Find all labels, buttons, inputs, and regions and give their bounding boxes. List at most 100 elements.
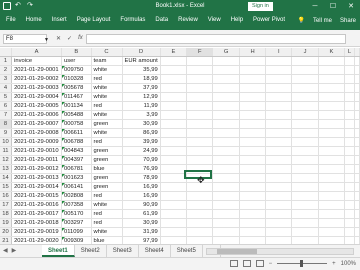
- cell[interactable]: 78,99: [122, 173, 161, 183]
- cell[interactable]: [354, 236, 360, 244]
- cell[interactable]: 009309: [61, 236, 92, 244]
- cell[interactable]: 009750: [61, 65, 92, 75]
- cell[interactable]: [265, 119, 293, 129]
- cell[interactable]: [212, 209, 240, 219]
- cell[interactable]: 004843: [61, 146, 92, 156]
- cell[interactable]: [239, 227, 267, 237]
- cell[interactable]: [291, 191, 319, 201]
- cell[interactable]: [291, 182, 319, 192]
- cell[interactable]: [291, 209, 319, 219]
- sheet-tab-sheet2[interactable]: Sheet2: [75, 245, 107, 257]
- cell[interactable]: [291, 119, 319, 129]
- row-header[interactable]: 6: [0, 101, 13, 111]
- cell[interactable]: 002808: [61, 191, 92, 201]
- cell[interactable]: [344, 155, 355, 165]
- cell[interactable]: [291, 83, 319, 93]
- sign-in-button[interactable]: Sign in: [248, 2, 273, 11]
- column-header-f[interactable]: F: [186, 48, 214, 57]
- cell[interactable]: [265, 227, 293, 237]
- row-header[interactable]: 1: [0, 56, 13, 66]
- cell[interactable]: green: [91, 146, 123, 156]
- row-header[interactable]: 17: [0, 200, 13, 210]
- cell[interactable]: [344, 146, 355, 156]
- next-sheet-icon[interactable]: ▶: [12, 247, 17, 254]
- cell[interactable]: 006141: [61, 182, 92, 192]
- cell[interactable]: [212, 74, 240, 84]
- cell[interactable]: [354, 164, 360, 174]
- cell[interactable]: user: [61, 56, 92, 66]
- ribbon-tab-insert[interactable]: Insert: [52, 17, 67, 23]
- cell[interactable]: [186, 146, 214, 156]
- cell[interactable]: [344, 101, 355, 111]
- cell[interactable]: [344, 128, 355, 138]
- cell[interactable]: 35,99: [122, 65, 161, 75]
- row-header[interactable]: 4: [0, 83, 13, 93]
- cell[interactable]: 70,99: [122, 155, 161, 165]
- cell[interactable]: [265, 101, 293, 111]
- cell[interactable]: [160, 218, 188, 228]
- name-box[interactable]: F8 ▼: [3, 34, 49, 44]
- cell[interactable]: [344, 236, 355, 244]
- cell[interactable]: 3,99: [122, 110, 161, 120]
- cell[interactable]: [318, 137, 346, 147]
- row-header[interactable]: 16: [0, 191, 13, 201]
- cell[interactable]: [265, 191, 293, 201]
- cell[interactable]: [344, 119, 355, 129]
- column-header-i[interactable]: I: [265, 48, 293, 57]
- cell[interactable]: green: [91, 182, 123, 192]
- cell[interactable]: [186, 218, 214, 228]
- cell[interactable]: [186, 119, 214, 129]
- page-layout-view-icon[interactable]: [242, 260, 251, 267]
- minimize-button[interactable]: ─: [306, 0, 324, 13]
- cell[interactable]: [239, 65, 267, 75]
- cell[interactable]: [291, 137, 319, 147]
- cell[interactable]: [186, 83, 214, 93]
- cell[interactable]: 37,99: [122, 83, 161, 93]
- cell[interactable]: [354, 92, 360, 102]
- cell[interactable]: [318, 119, 346, 129]
- cell[interactable]: [212, 173, 240, 183]
- cell[interactable]: [318, 236, 346, 244]
- cell[interactable]: [212, 65, 240, 75]
- cancel-icon[interactable]: ✕: [56, 35, 61, 42]
- cell[interactable]: [212, 110, 240, 120]
- cell[interactable]: [291, 110, 319, 120]
- cell[interactable]: [160, 83, 188, 93]
- cell[interactable]: [291, 236, 319, 244]
- cell[interactable]: [160, 146, 188, 156]
- cell[interactable]: 16,99: [122, 191, 161, 201]
- cell[interactable]: [160, 191, 188, 201]
- row-header[interactable]: 14: [0, 173, 13, 183]
- cell[interactable]: [239, 209, 267, 219]
- row-header[interactable]: 8: [0, 119, 13, 129]
- cell[interactable]: 86,99: [122, 128, 161, 138]
- cell[interactable]: red: [91, 218, 123, 228]
- zoom-slider[interactable]: [277, 260, 328, 267]
- cell[interactable]: white: [91, 110, 123, 120]
- cell[interactable]: 000758: [61, 119, 92, 129]
- cell[interactable]: [318, 200, 346, 210]
- cell[interactable]: [239, 137, 267, 147]
- zoom-in-button[interactable]: +: [332, 261, 336, 267]
- cell[interactable]: [265, 200, 293, 210]
- cell[interactable]: [212, 155, 240, 165]
- sheet-tab-sheet3[interactable]: Sheet3: [107, 245, 139, 257]
- cell[interactable]: [354, 155, 360, 165]
- cell[interactable]: [291, 218, 319, 228]
- cell[interactable]: [344, 56, 355, 66]
- cell[interactable]: 2021-01-29-0001: [11, 65, 63, 75]
- cell[interactable]: red: [91, 101, 123, 111]
- column-header-d[interactable]: D: [122, 48, 161, 57]
- cell[interactable]: [265, 65, 293, 75]
- cell[interactable]: [160, 164, 188, 174]
- cell[interactable]: [160, 101, 188, 111]
- column-header-b[interactable]: B: [61, 48, 92, 57]
- cell[interactable]: [344, 200, 355, 210]
- cell[interactable]: white: [91, 92, 123, 102]
- cell[interactable]: 2021-01-29-0012: [11, 164, 63, 174]
- sheet-tab-sheet4[interactable]: Sheet4: [139, 245, 171, 257]
- cell[interactable]: [186, 155, 214, 165]
- cell[interactable]: [344, 65, 355, 75]
- close-button[interactable]: ✕: [342, 0, 360, 13]
- cell[interactable]: 2021-01-29-0019: [11, 227, 63, 237]
